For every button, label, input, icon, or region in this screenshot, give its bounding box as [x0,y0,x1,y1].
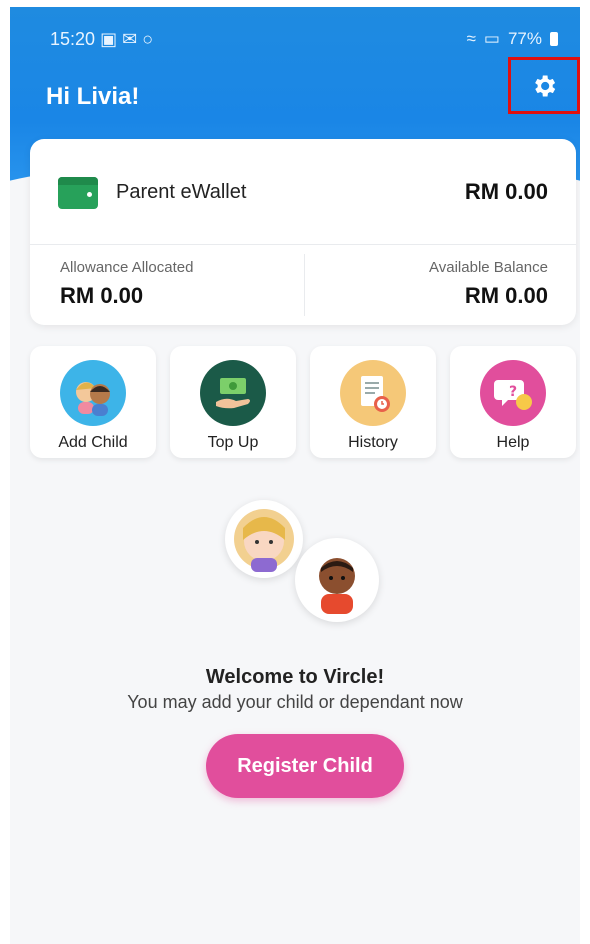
status-bar-right: ≈ ▭ 77% [467,29,558,49]
wallet-card[interactable]: Parent eWallet RM 0.00 Allowance Allocat… [30,139,576,325]
wallet-label: Parent eWallet [116,181,247,203]
allowance-label: Allowance Allocated [60,259,194,276]
mail-icon: ✉ [122,29,138,49]
girl-avatar [225,500,303,578]
wifi-icon: ≈ [466,29,476,48]
gear-icon [535,75,556,96]
settings-button[interactable] [508,57,580,114]
welcome-title: Welcome to Vircle! [205,666,385,688]
available-balance-value: RM 0.00 [464,283,548,308]
add-child-icon [60,360,126,426]
status-time: 15:20 [50,29,96,49]
balance-divider [304,254,305,316]
signal-icon: ▭ [483,29,500,48]
top-up-tile[interactable]: Top Up [170,346,296,458]
top-up-label: Top Up [207,434,259,451]
status-bar-left: 15:20 ▣ ✉ ○ [50,29,153,50]
wallet-amount: RM 0.00 [464,179,548,204]
battery-percent: 77% [507,29,542,48]
greeting: Hi Livia! [46,83,140,110]
history-label: History [348,434,398,451]
welcome-subtitle: You may add your child or dependant now [127,692,463,712]
available-balance-label: Available Balance [429,259,548,276]
boy-avatar [295,538,379,622]
history-tile[interactable]: History [310,346,436,458]
svg-text:?: ? [509,384,517,400]
register-child-button[interactable]: Register Child [206,734,404,798]
history-icon [340,360,406,426]
message-icon: ○ [142,29,154,49]
welcome-illustration [225,500,385,622]
wallet-icon [58,177,98,209]
help-tile[interactable]: ? Help [450,346,576,458]
allowance-value: RM 0.00 [60,283,144,308]
help-label: Help [496,434,530,451]
help-icon: ? [480,360,546,426]
battery-icon [550,32,558,46]
top-up-icon [200,360,266,426]
add-child-label: Add Child [58,434,128,451]
action-tiles: Add Child Top Up History ? Help [30,346,576,458]
wallet-summary: Parent eWallet RM 0.00 [30,139,576,245]
app-screen: 15:20 ▣ ✉ ○ ≈ ▭ 77% Hi Livia! Parent eWa… [10,7,580,944]
gallery-icon: ▣ [100,29,118,49]
add-child-tile[interactable]: Add Child [30,346,156,458]
